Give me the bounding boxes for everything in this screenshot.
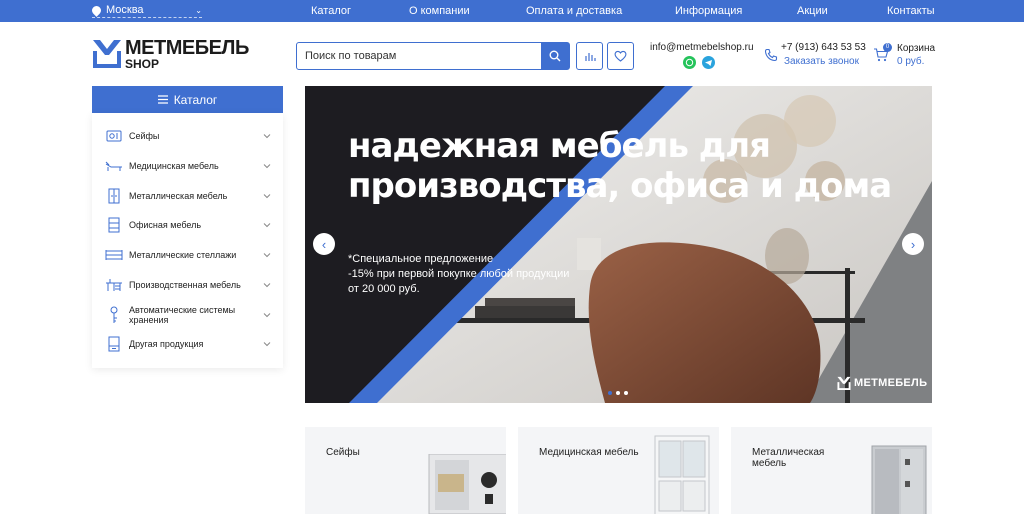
logo-main-text: МЕТМЕБЕЛЬ (125, 37, 249, 59)
catalog-item-production[interactable]: Производственная мебель (92, 270, 283, 299)
telegram-icon[interactable] (702, 56, 715, 69)
catalog-item-label: Сейфы (129, 130, 160, 141)
banner-offer-line: от 20 000 руб. (348, 283, 420, 295)
chevron-down-icon (263, 163, 271, 168)
location-pin-icon (90, 3, 103, 17)
key-icon (105, 306, 123, 323)
catalog-item-label: Другая продукция (129, 338, 204, 349)
chevron-right-icon: › (910, 236, 916, 252)
banner-offer-line: *Специальное предложение (348, 253, 494, 265)
catalog-item-shelving[interactable]: Металлические стеллажи (92, 240, 283, 269)
catalog-item-safes[interactable]: Сейфы (92, 121, 283, 150)
safe-icon (105, 128, 123, 144)
catalog-item-label: Офисная мебель (129, 219, 202, 230)
hero-banner[interactable]: надежная мебель для производства, офиса … (305, 86, 932, 403)
whatsapp-icon[interactable] (683, 56, 696, 69)
medical-cabinet-image (654, 435, 710, 514)
phone-number[interactable]: +7 (913) 643 53 53 (781, 42, 866, 53)
logo-sub-text: SHOP (125, 57, 160, 71)
catalog-item-label: Автоматические системы хранения (129, 304, 236, 325)
workbench-icon (105, 277, 123, 293)
banner-title: надежная мебель для производства, офиса … (348, 126, 892, 206)
category-card-medical[interactable]: Медицинская мебель (518, 427, 719, 514)
search-icon (549, 50, 561, 62)
top-nav-info[interactable]: Информация (675, 5, 742, 17)
banner-pagination (608, 391, 628, 395)
banner-watermark-text: МЕТМЕБЕЛЬ (854, 377, 928, 389)
banner-next-button[interactable]: › (902, 233, 924, 255)
category-cards: Сейфы Медицинская мебель Металлическая м… (305, 427, 932, 514)
top-nav-payment[interactable]: Оплата и доставка (526, 5, 622, 17)
banner-dot[interactable] (608, 391, 612, 395)
header: МЕТМЕБЕЛЬ SHOP info@metmebelshop.ru +7 (… (0, 22, 1024, 84)
top-bar: Москва ⌄ Каталог О компании Оплата и дос… (0, 0, 1024, 22)
category-card-metal[interactable]: Металлическая мебель (731, 427, 932, 514)
cart-label: Корзина (897, 43, 936, 54)
cabinet-icon (105, 188, 123, 204)
contact-email[interactable]: info@metmebelshop.ru (650, 42, 754, 53)
catalog-item-office[interactable]: Офисная мебель (92, 210, 283, 239)
chevron-left-icon: ‹ (321, 236, 327, 252)
top-nav-sales[interactable]: Акции (797, 5, 828, 17)
chevron-down-icon (263, 252, 271, 257)
search-box (296, 42, 570, 70)
catalog-item-metal[interactable]: Металлическая мебель (92, 181, 283, 210)
office-cabinet-icon (105, 217, 123, 233)
heart-icon (614, 50, 627, 62)
chevron-down-icon (263, 312, 271, 317)
bar-chart-icon (584, 53, 596, 61)
banner-offer: *Специальное предложение -15% при первой… (348, 252, 588, 297)
city-selector[interactable]: Москва ⌄ (90, 3, 202, 18)
favorites-button[interactable] (607, 42, 634, 70)
category-card-title: Металлическая мебель (752, 447, 825, 469)
phone-icon (764, 48, 778, 62)
chevron-down-icon: ⌄ (195, 5, 202, 15)
city-label: Москва (106, 4, 144, 16)
banner-dot[interactable] (616, 391, 620, 395)
catalog-item-label: Медицинская мебель (129, 160, 219, 171)
catalog-item-other[interactable]: Другая продукция (92, 329, 283, 358)
safe-image (428, 454, 506, 514)
box-icon (105, 336, 123, 352)
top-nav-catalog[interactable]: Каталог (311, 5, 351, 17)
catalog-item-label: Металлические стеллажи (129, 249, 237, 260)
chevron-down-icon (263, 282, 271, 287)
category-card-title: Медицинская мебель (539, 447, 639, 458)
banner-prev-button[interactable]: ‹ (313, 233, 335, 255)
banner-watermark: МЕТМЕБЕЛЬ (837, 376, 927, 390)
compare-button[interactable] (576, 42, 603, 70)
shelving-icon (105, 247, 123, 263)
metal-cabinet-image (871, 445, 927, 514)
banner-offer-line: -15% при первой покупке любой продукции (348, 268, 570, 280)
logo[interactable]: МЕТМЕБЕЛЬ SHOP (92, 38, 249, 70)
category-card-title: Сейфы (326, 447, 360, 458)
catalog-title: Каталог (173, 92, 218, 107)
category-card-safes[interactable]: Сейфы (305, 427, 506, 514)
chevron-down-icon (263, 341, 271, 346)
chevron-down-icon (263, 193, 271, 198)
callback-link[interactable]: Заказать звонок (784, 56, 859, 67)
chevron-down-icon (263, 133, 271, 138)
logo-icon (92, 38, 122, 68)
catalog-item-label: Производственная мебель (129, 279, 241, 290)
catalog-menu: Сейфы Медицинская мебель Металлическая м… (92, 113, 283, 368)
cart-sum: 0 руб. (897, 56, 925, 67)
catalog-item-label: Металлическая мебель (129, 190, 228, 201)
top-nav-contacts[interactable]: Контакты (887, 5, 935, 17)
menu-icon (157, 95, 168, 104)
catalog-item-storage-systems[interactable]: Автоматические системы хранения (92, 300, 283, 329)
catalog-item-medical[interactable]: Медицинская мебель (92, 151, 283, 180)
banner-dot[interactable] (624, 391, 628, 395)
medical-bed-icon (105, 158, 123, 174)
cart-count-badge: 0 (883, 43, 892, 52)
search-input[interactable] (297, 43, 541, 69)
catalog-header-button[interactable]: Каталог (92, 86, 283, 113)
chevron-down-icon (263, 222, 271, 227)
logo-icon (837, 376, 851, 390)
search-button[interactable] (541, 43, 569, 69)
top-nav-about[interactable]: О компании (409, 5, 470, 17)
